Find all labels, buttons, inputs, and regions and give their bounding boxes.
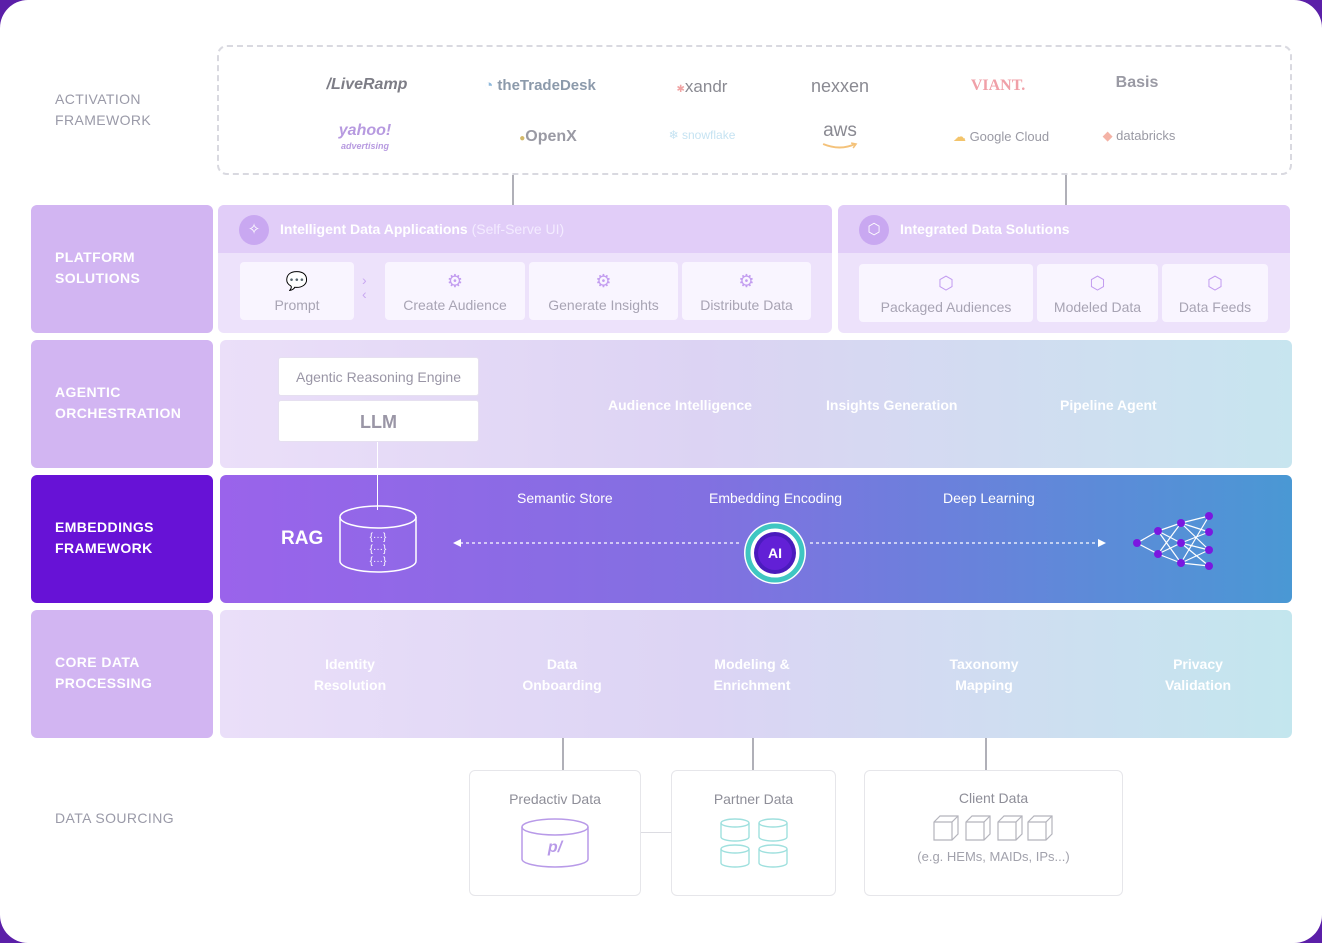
partner-databases-icon [719,818,788,868]
client-data-cubes-icon [932,815,1053,841]
intelligent-data-apps-panel: ✧ Intelligent Data Applications (Self-Se… [218,205,832,333]
create-audience-card[interactable]: ⚙ Create Audience [385,262,525,320]
connector-line [985,738,987,770]
sliders-icon: ⚙ [446,271,464,291]
llm-rag-connector [377,442,378,510]
connector-line [752,738,754,770]
row-label-sourcing: DATA SOURCING [55,810,175,826]
client-data-box: Client Data (e.g. HEMs, MAIDs, IPs...) [864,770,1123,896]
nexxen-logo: nexxen [810,76,870,96]
data-feeds-card[interactable]: ⬡ Data Feeds [1162,264,1268,322]
row-label-activation: ACTIVATION FRAMEWORK [55,91,152,128]
activation-partners-box [217,45,1292,175]
llm-box: LLM [278,400,479,442]
modeled-data-card[interactable]: ⬡ Modeled Data [1037,264,1158,322]
google-cloud-logo: ☁ Google Cloud [952,129,1050,144]
rag-label: RAG [281,528,324,549]
svg-text:{···}: {···} [370,532,387,543]
sliders-icon: ⚙ [738,271,755,291]
cube-icon: ⬡ [938,273,954,293]
insights-generation: Insights Generation [826,397,958,413]
chevron-swap-icon: › ‹ [362,272,367,302]
viant-logo: VIANT. [970,77,1026,94]
embedding-encoding-label: Embedding Encoding [709,490,843,506]
predactiv-data-label: Predactiv Data [509,791,601,807]
connector-line [641,832,671,833]
connector-line [1065,175,1067,205]
cube-icon: ⬡ [1089,273,1106,293]
svg-text:{···}: {···} [370,544,387,555]
deep-learning-label: Deep Learning [943,490,1035,506]
client-data-examples: (e.g. HEMs, MAIDs, IPs...) [917,849,1070,864]
predactiv-database-icon: p/ [521,818,589,868]
ai-label: AI [768,545,782,561]
agentic-reasoning-engine: Agentic Reasoning Engine [278,357,479,396]
aws-logo: aws [822,120,858,149]
predactiv-data-box: Predactiv Data p/ [469,770,641,896]
sparkle-icon: ✧ [239,215,269,245]
integrated-data-solutions-panel: ⬡ Integrated Data Solutions ⬡ Packaged A… [838,205,1290,333]
svg-text:p/: p/ [547,839,564,856]
cube-icon: ⬡ [859,215,889,245]
cube-icon: ⬡ [1207,273,1223,293]
connector-line [512,175,514,205]
basis-logo: Basis [1115,74,1159,91]
panel-title: Intelligent Data Applications (Self-Serv… [280,221,565,237]
row-label-embeddings: EMBEDDINGS FRAMEWORK [31,475,213,603]
openx-logo: ●OpenX [519,128,577,145]
prompt-card[interactable]: 💬 Prompt [240,262,354,320]
databricks-logo: ◆ databricks [1102,128,1176,143]
semantic-store-label: Semantic Store [517,490,613,506]
architecture-diagram: ACTIVATION FRAMEWORK PLATFORM SOLUTIONS AG… [0,0,1322,943]
distribute-data-card[interactable]: ⚙ Distribute Data [682,262,811,320]
pipeline-agent: Pipeline Agent [1060,397,1157,413]
taxonomy-mapping: Taxonomy Mapping [949,656,1019,693]
snowflake-logo: ❄ snowflake [668,128,736,142]
partner-data-label: Partner Data [713,791,794,807]
generate-insights-card[interactable]: ⚙ Generate Insights [529,262,678,320]
liveramp-logo: /LiveRamp [326,76,408,93]
neural-network-icon [1133,512,1213,570]
database-icon: {···} {···} {···} [339,505,417,573]
client-data-label: Client Data [958,790,1029,806]
data-onboarding: Data Onboarding [522,656,602,693]
identity-resolution: Identity Resolution [313,656,387,693]
tradedesk-logo: ◔ theTradeDesk [484,77,596,94]
connector-line [562,738,564,770]
packaged-audiences-card[interactable]: ⬡ Packaged Audiences [859,264,1033,322]
partner-data-box: Partner Data [671,770,836,896]
aws-smile-icon [822,142,858,149]
modeling-enrichment: Modeling & Enrichment [713,656,791,693]
panel-title: Integrated Data Solutions [900,221,1070,237]
audience-intelligence: Audience Intelligence [608,397,752,413]
sliders-icon: ⚙ [595,271,612,291]
privacy-validation: Privacy Validation [1164,656,1232,693]
xandr-logo: ✱xandr [676,77,728,96]
row-label-core: CORE DATA PROCESSING [31,610,213,738]
row-label-agentic: AGENTIC ORCHESTRATION [31,340,213,468]
ai-core-icon: AI [744,522,806,584]
chat-bubble-icon: 💬 [285,271,309,291]
svg-text:{···}: {···} [370,556,387,567]
row-label-platform: PLATFORM SOLUTIONS [31,205,213,333]
yahoo-logo: yahoo! advertising [338,122,392,152]
